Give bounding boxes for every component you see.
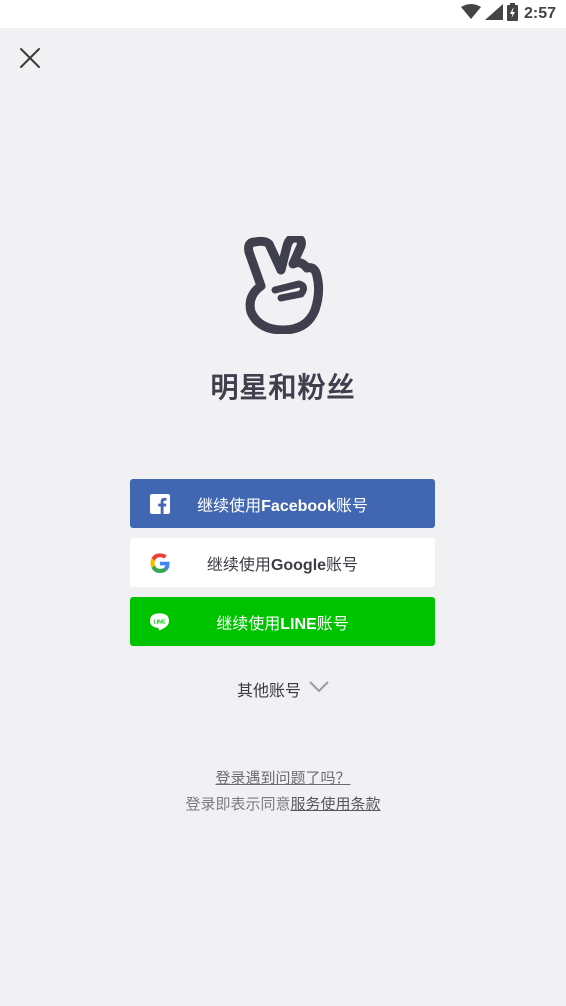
line-login-label: 继续使用LINE账号 — [216, 615, 349, 633]
terms-notice: 登录即表示同意服务使用条款 — [0, 793, 566, 814]
close-icon — [19, 47, 41, 74]
line-icon: LINE — [149, 611, 170, 632]
signal-icon — [484, 3, 503, 25]
other-accounts-label: 其他账号 — [236, 683, 301, 700]
wifi-icon — [460, 3, 481, 25]
terms-prefix: 登录即表示同意 — [185, 796, 291, 813]
line-login-button[interactable]: LINE 继续使用LINE账号 — [130, 597, 435, 646]
google-login-label: 继续使用Google账号 — [206, 556, 359, 574]
facebook-login-label: 继续使用Facebook账号 — [197, 497, 368, 515]
v-hand-logo-icon — [241, 233, 325, 335]
facebook-icon — [149, 493, 170, 514]
google-icon — [149, 552, 170, 573]
close-button[interactable] — [14, 44, 46, 76]
login-trouble-link[interactable]: 登录遇到问题了吗？ — [215, 770, 350, 787]
google-login-button[interactable]: 继续使用Google账号 — [130, 538, 435, 587]
login-trouble: 登录遇到问题了吗？ — [0, 767, 566, 788]
terms-of-service-link[interactable]: 服务使用条款 — [291, 796, 381, 813]
chevron-down-icon — [309, 680, 329, 698]
other-accounts-toggle[interactable]: 其他账号 — [0, 677, 566, 701]
battery-icon — [506, 2, 518, 26]
status-bar: 2:57 — [0, 0, 566, 28]
status-time: 2:57 — [523, 5, 556, 22]
facebook-login-button[interactable]: 继续使用Facebook账号 — [130, 479, 435, 528]
app-title: 明星和粉丝 — [210, 372, 356, 403]
svg-text:LINE: LINE — [154, 619, 166, 625]
